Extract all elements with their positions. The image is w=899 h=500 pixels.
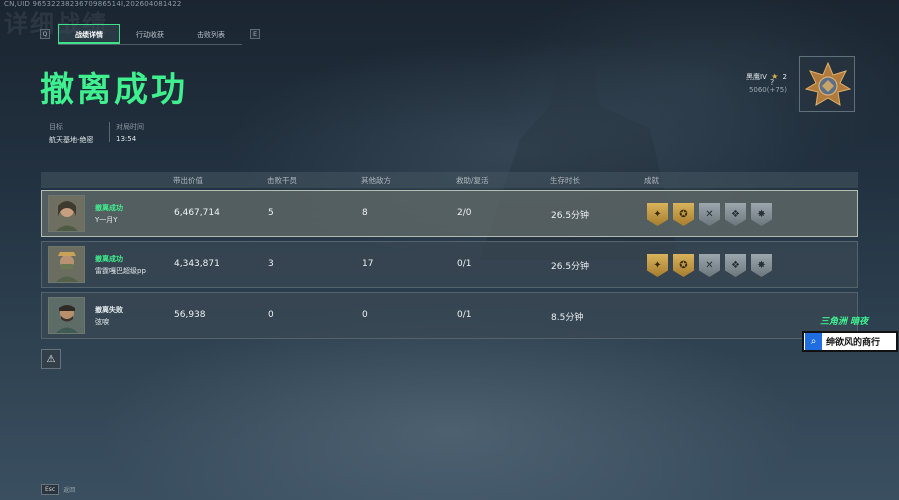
meta-target-value: 航天基地-绝密 <box>49 136 94 144</box>
header-kills: 击败干员 <box>267 176 297 185</box>
other-enemies: 17 <box>362 259 374 269</box>
crossed-weapons-icon[interactable]: ✕ <box>699 254 720 277</box>
watermark-searchbox: ⌕ 绅欲风的商行 <box>802 331 898 352</box>
wings-medal-icon[interactable]: ❖ <box>725 254 746 277</box>
kills: 5 <box>268 208 274 218</box>
rank-emblem-icon[interactable] <box>799 56 855 112</box>
extract-status: 撤离成功 <box>95 255 123 263</box>
round-medal-icon[interactable]: ✪ <box>673 254 694 277</box>
table-row[interactable]: 撤离失败 弦唳 56,938 0 0 0/1 8.5分钟 <box>41 292 858 339</box>
footer: Esc 返回 <box>41 484 75 495</box>
header-rescue-revive: 救助/复活 <box>456 176 489 185</box>
meta-target-label: 目标 <box>49 123 63 131</box>
extract-value: 4,343,871 <box>174 259 220 269</box>
back-label: 返回 <box>63 487 76 494</box>
player-name: Y一月Y <box>95 216 118 224</box>
header-extract-value: 带出价值 <box>173 176 203 185</box>
result-title: 撤离成功 <box>40 70 188 110</box>
tab-bar: Q 战绩详情 行动收获 击败列表 E <box>40 23 260 45</box>
crossed-weapons-icon[interactable]: ✕ <box>699 203 720 226</box>
meta-time: 对局时间 13:54 <box>116 122 144 143</box>
star-medal-icon[interactable]: ✦ <box>647 203 668 226</box>
player-name: 弦唳 <box>95 318 109 326</box>
tabs: 战绩详情 行动收获 击败列表 <box>58 23 242 45</box>
burst-medal-icon[interactable]: ✸ <box>751 203 772 226</box>
survival-time: 26.5分钟 <box>551 262 590 272</box>
rank-name: 黑鹰IV <box>746 73 767 81</box>
achievement-badges: ✦ ✪ ✕ ❖ ✸ <box>647 254 772 277</box>
rank-info: 黑鹰IV ★ 2 5060(+75) <box>746 72 787 94</box>
table-row[interactable]: 撤离成功 Y一月Y 6,467,714 5 8 2/0 26.5分钟 ✦ ✪ ✕… <box>41 190 858 237</box>
watermark-line1: 三角洲 暗夜 <box>820 317 869 327</box>
extract-value: 6,467,714 <box>174 208 220 218</box>
header-survival-time: 生存时长 <box>550 176 580 185</box>
table-row[interactable]: 撤离成功 雷霆嘎巴超级pp 4,343,871 3 17 0/1 26.5分钟 … <box>41 241 858 288</box>
rescue-revive: 0/1 <box>457 310 472 320</box>
meta-divider <box>109 122 110 142</box>
kills: 0 <box>268 310 274 320</box>
rank-points: 5060(+75) <box>748 86 787 94</box>
rank-stars: 2 <box>782 73 787 81</box>
report-warning-icon[interactable]: ⚠ <box>41 349 61 369</box>
other-enemies: 0 <box>362 310 368 320</box>
other-enemies: 8 <box>362 208 368 218</box>
wings-medal-icon[interactable]: ❖ <box>725 203 746 226</box>
avatar <box>48 246 85 283</box>
rescue-revive: 0/1 <box>457 259 472 269</box>
avatar <box>48 297 85 334</box>
tab-kill-list[interactable]: 击败列表 <box>180 24 242 44</box>
burst-medal-icon[interactable]: ✸ <box>751 254 772 277</box>
star-medal-icon[interactable]: ✦ <box>647 254 668 277</box>
help-icon[interactable]: ? <box>770 78 774 87</box>
kills: 3 <box>268 259 274 269</box>
header-achievements: 成就 <box>644 176 659 185</box>
tab-action-rewards[interactable]: 行动收获 <box>120 24 180 44</box>
esc-key-button[interactable]: Esc <box>41 484 60 495</box>
extract-value: 56,938 <box>174 310 206 320</box>
survival-time: 26.5分钟 <box>551 211 590 221</box>
key-hint-left[interactable]: Q <box>40 29 50 39</box>
round-medal-icon[interactable]: ✪ <box>673 203 694 226</box>
player-name: 雷霆嘎巴超级pp <box>95 267 146 275</box>
table-header: 带出价值 击败干员 其他敌方 救助/复活 生存时长 成就 <box>41 172 858 188</box>
survival-time: 8.5分钟 <box>551 313 584 323</box>
search-icon: ⌕ <box>805 333 822 350</box>
meta-time-label: 对局时间 <box>116 123 144 131</box>
header-other-enemies: 其他敌方 <box>361 176 391 185</box>
extract-status: 撤离失败 <box>95 306 123 314</box>
avatar <box>48 195 85 232</box>
achievement-badges: ✦ ✪ ✕ ❖ ✸ <box>647 203 772 226</box>
rescue-revive: 2/0 <box>457 208 472 218</box>
meta-target: 目标 航天基地-绝密 <box>49 122 94 145</box>
tab-battle-details[interactable]: 战绩详情 <box>58 23 120 44</box>
watermark-line2: 绅欲风的商行 <box>826 338 881 348</box>
meta-time-value: 13:54 <box>116 135 137 143</box>
extract-status: 撤离成功 <box>95 204 123 212</box>
key-hint-right[interactable]: E <box>250 29 260 39</box>
